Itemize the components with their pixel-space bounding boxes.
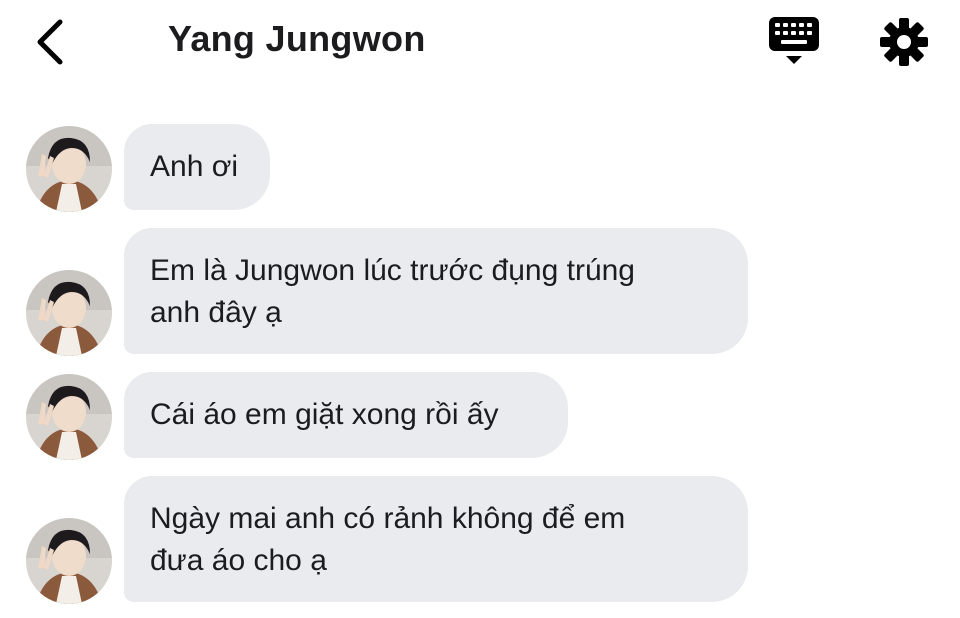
contact-name: Yang Jungwon (168, 18, 426, 59)
avatar-photo (26, 126, 112, 212)
message-row: Anh ơi (0, 124, 960, 214)
back-button[interactable] (28, 16, 76, 68)
avatar-photo (26, 374, 112, 460)
message-text-line: Ngày mai anh có rảnh không để em (150, 502, 626, 535)
keyboard-button[interactable] (766, 14, 822, 70)
message-row: Ngày mai anh có rảnh không để em đưa áo … (0, 476, 960, 604)
keyboard-icon (769, 17, 819, 64)
message-row: Em là Jungwon lúc trước đụng trúng anh đ… (0, 228, 960, 356)
chat-header: Yang Jungwon (0, 0, 960, 86)
chat-screen: Yang Jungwon Anh ơi Em là Jungwon lúc tr… (0, 0, 960, 618)
message-row: Cái áo em giặt xong rồi ấy (0, 372, 960, 462)
gear-icon (880, 18, 928, 66)
avatar-photo (26, 270, 112, 356)
message-bubble[interactable]: Cái áo em giặt xong rồi ấy (124, 372, 568, 458)
avatar[interactable] (26, 518, 112, 604)
chevron-left-icon (37, 19, 63, 65)
message-bubble[interactable]: Ngày mai anh có rảnh không để em đưa áo … (124, 476, 748, 602)
settings-button[interactable] (878, 16, 930, 68)
message-text-line: Cái áo em giặt xong rồi ấy (150, 398, 499, 431)
avatar-photo (26, 518, 112, 604)
avatar[interactable] (26, 374, 112, 460)
message-text-line: Anh ơi (150, 150, 239, 183)
message-bubble[interactable]: Anh ơi (124, 124, 270, 210)
message-text-line: Em là Jungwon lúc trước đụng trúng (150, 254, 635, 287)
message-text-line: đưa áo cho ạ (150, 544, 327, 577)
avatar[interactable] (26, 126, 112, 212)
avatar[interactable] (26, 270, 112, 356)
message-bubble[interactable]: Em là Jungwon lúc trước đụng trúng anh đ… (124, 228, 748, 354)
message-text-line: anh đây ạ (150, 296, 282, 329)
